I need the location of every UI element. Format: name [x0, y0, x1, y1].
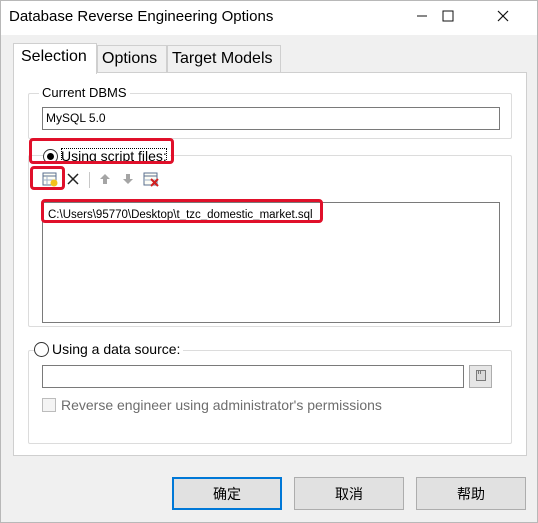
clear-list-icon	[143, 171, 159, 190]
datasource-browse-icon	[475, 369, 487, 385]
cancel-button[interactable]: 取消	[294, 477, 404, 510]
data-source-group: Using a data source: Reverse engineer us…	[28, 341, 512, 444]
script-files-group: Using script files: C:\Users\95770\Deskt…	[28, 148, 512, 327]
close-icon	[497, 9, 509, 27]
script-files-radio-button[interactable]	[43, 148, 58, 164]
add-file-icon	[42, 171, 58, 190]
data-source-radio[interactable]: Using a data source:	[34, 341, 184, 357]
clear-list-button[interactable]	[141, 171, 161, 189]
script-files-radio[interactable]: Using script files:	[43, 148, 170, 164]
move-down-icon	[122, 173, 134, 188]
script-files-list[interactable]: C:\Users\95770\Desktop\t_tzc_domestic_ma…	[42, 202, 500, 323]
move-up-button[interactable]	[95, 171, 115, 189]
tab-options[interactable]: Options	[97, 45, 167, 73]
move-up-icon	[99, 173, 111, 188]
toolbar-separator	[89, 172, 90, 188]
close-button[interactable]	[480, 1, 526, 35]
selection-panel: Current DBMS MySQL 5.0 Using script file…	[13, 72, 527, 456]
maximize-icon	[442, 9, 454, 27]
data-source-browse-button[interactable]	[469, 365, 492, 388]
script-toolbar	[40, 171, 164, 189]
admin-permissions-option[interactable]: Reverse engineer using administrator's p…	[42, 397, 382, 413]
title-bar[interactable]: Database Reverse Engineering Options	[1, 1, 537, 35]
current-dbms-field: MySQL 5.0	[42, 107, 500, 130]
script-files-label: Using script files:	[61, 148, 167, 164]
window-title: Database Reverse Engineering Options	[9, 8, 274, 25]
delete-button[interactable]	[63, 171, 83, 189]
data-source-field[interactable]	[42, 365, 464, 388]
maximize-button[interactable]	[425, 1, 471, 35]
dialog-window: Database Reverse Engineering Options Sel…	[0, 0, 538, 523]
data-source-radio-button[interactable]	[34, 341, 49, 357]
help-button[interactable]: 帮助	[416, 477, 526, 510]
tab-target-models[interactable]: Target Models	[167, 45, 281, 73]
current-dbms-group: Current DBMS MySQL 5.0	[28, 85, 512, 139]
admin-permissions-label: Reverse engineer using administrator's p…	[61, 397, 382, 413]
admin-permissions-checkbox[interactable]	[42, 398, 56, 412]
list-item[interactable]: C:\Users\95770\Desktop\t_tzc_domestic_ma…	[48, 209, 313, 221]
data-source-label: Using a data source:	[52, 341, 181, 357]
move-down-button[interactable]	[118, 171, 138, 189]
tab-selection[interactable]: Selection	[13, 43, 97, 74]
add-file-button[interactable]	[40, 171, 60, 189]
current-dbms-legend: Current DBMS	[39, 85, 130, 100]
ok-button[interactable]: 确定	[172, 477, 282, 510]
delete-icon	[66, 172, 80, 189]
